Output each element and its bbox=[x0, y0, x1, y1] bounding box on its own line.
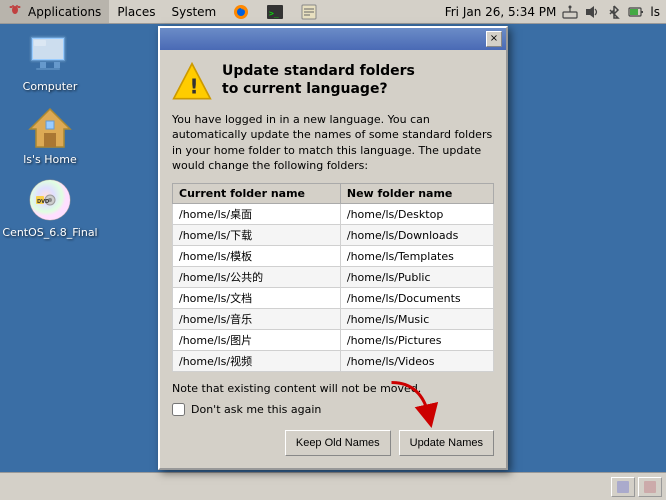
panel-right: Fri Jan 26, 5:34 PM ls bbox=[445, 4, 666, 20]
dont-ask-label[interactable]: Don't ask me this again bbox=[191, 403, 321, 416]
table-row: /home/ls/图片/home/ls/Pictures bbox=[173, 330, 494, 351]
panel-terminal[interactable]: >_ bbox=[258, 0, 292, 23]
dialog-header: ! Update standard foldersto current lang… bbox=[172, 62, 494, 102]
bottom-panel bbox=[0, 472, 666, 500]
table-row: /home/ls/视频/home/ls/Videos bbox=[173, 351, 494, 372]
taskbar-icon-2 bbox=[643, 480, 657, 494]
volume-icon bbox=[584, 4, 600, 20]
table-row: /home/ls/桌面/home/ls/Desktop bbox=[173, 204, 494, 225]
dialog-close-button[interactable]: × bbox=[486, 31, 502, 47]
current-folder-cell: /home/ls/桌面 bbox=[173, 204, 341, 225]
panel-applications[interactable]: Applications bbox=[0, 0, 109, 23]
panel-places[interactable]: Places bbox=[109, 0, 163, 23]
firefox-icon bbox=[232, 3, 250, 21]
folder-table: Current folder name New folder name /hom… bbox=[172, 183, 494, 372]
terminal-icon: >_ bbox=[266, 3, 284, 21]
footprint-icon bbox=[8, 4, 24, 20]
new-folder-cell: /home/ls/Desktop bbox=[340, 204, 493, 225]
dialog-titlebar: × bbox=[160, 28, 506, 50]
new-folder-cell: /home/ls/Music bbox=[340, 309, 493, 330]
table-row: /home/ls/公共的/home/ls/Public bbox=[173, 267, 494, 288]
dont-ask-checkbox[interactable] bbox=[172, 403, 185, 416]
dialog-main-title: Update standard foldersto current langua… bbox=[222, 62, 415, 98]
new-folder-cell: /home/ls/Templates bbox=[340, 246, 493, 267]
new-folder-cell: /home/ls/Documents bbox=[340, 288, 493, 309]
note-text: Note that existing content will not be m… bbox=[172, 382, 494, 395]
applications-label: Applications bbox=[28, 5, 101, 19]
battery-icon bbox=[628, 4, 644, 20]
col-header-new: New folder name bbox=[340, 184, 493, 204]
update-names-dialog: × ! Update standard foldersto current la… bbox=[158, 26, 508, 471]
network-icon bbox=[562, 4, 578, 20]
current-folder-cell: /home/ls/公共的 bbox=[173, 267, 341, 288]
edit-icon bbox=[300, 3, 318, 21]
dialog-buttons: Keep Old Names Update Names bbox=[172, 430, 494, 456]
current-folder-cell: /home/ls/视频 bbox=[173, 351, 341, 372]
current-folder-cell: /home/ls/图片 bbox=[173, 330, 341, 351]
col-header-current: Current folder name bbox=[173, 184, 341, 204]
datetime-label: Fri Jan 26, 5:34 PM bbox=[445, 5, 557, 19]
new-folder-cell: /home/ls/Videos bbox=[340, 351, 493, 372]
panel-firefox[interactable] bbox=[224, 0, 258, 23]
taskbar-icon-1 bbox=[616, 480, 630, 494]
top-panel: Applications Places System >_ bbox=[0, 0, 666, 24]
table-row: /home/ls/文档/home/ls/Documents bbox=[173, 288, 494, 309]
taskbar-btn-1[interactable] bbox=[611, 477, 635, 497]
svg-text:!: ! bbox=[190, 74, 199, 98]
current-folder-cell: /home/ls/下载 bbox=[173, 225, 341, 246]
svg-text:>_: >_ bbox=[269, 9, 279, 18]
new-folder-cell: /home/ls/Downloads bbox=[340, 225, 493, 246]
dialog-body: ! Update standard foldersto current lang… bbox=[160, 50, 506, 469]
table-row: /home/ls/模板/home/ls/Templates bbox=[173, 246, 494, 267]
dialog-overlay: × ! Update standard foldersto current la… bbox=[0, 24, 666, 472]
red-arrow-indicator bbox=[384, 375, 444, 435]
current-folder-cell: /home/ls/音乐 bbox=[173, 309, 341, 330]
ls-label: ls bbox=[650, 5, 660, 19]
panel-system[interactable]: System bbox=[163, 0, 224, 23]
bluetooth-icon bbox=[606, 4, 622, 20]
current-folder-cell: /home/ls/模板 bbox=[173, 246, 341, 267]
dialog-description: You have logged in in a new language. Yo… bbox=[172, 112, 494, 174]
table-row: /home/ls/音乐/home/ls/Music bbox=[173, 309, 494, 330]
desktop: Applications Places System >_ bbox=[0, 0, 666, 500]
places-label: Places bbox=[117, 5, 155, 19]
keep-old-names-button[interactable]: Keep Old Names bbox=[285, 430, 391, 456]
taskbar-btn-2[interactable] bbox=[638, 477, 662, 497]
panel-edit[interactable] bbox=[292, 0, 326, 23]
new-folder-cell: /home/ls/Public bbox=[340, 267, 493, 288]
warning-icon: ! bbox=[172, 62, 212, 102]
system-label: System bbox=[171, 5, 216, 19]
current-folder-cell: /home/ls/文档 bbox=[173, 288, 341, 309]
table-row: /home/ls/下载/home/ls/Downloads bbox=[173, 225, 494, 246]
new-folder-cell: /home/ls/Pictures bbox=[340, 330, 493, 351]
checkbox-row: Don't ask me this again bbox=[172, 403, 494, 416]
